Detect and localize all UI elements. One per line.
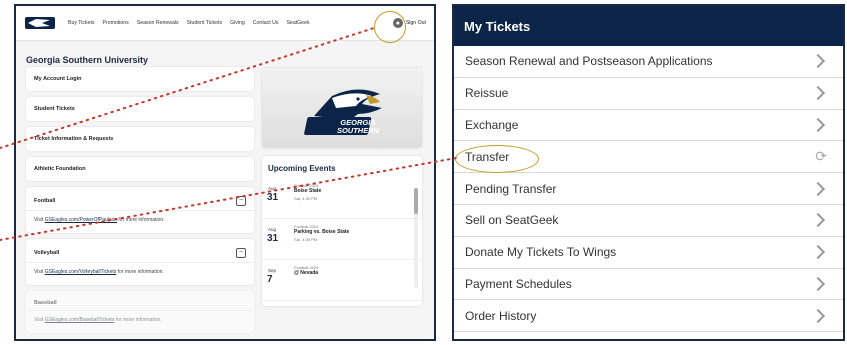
event-category: Football 2024 xyxy=(294,183,319,188)
menu-item-donate-tickets[interactable]: Donate My Tickets To Wings xyxy=(454,237,843,269)
baseball-link[interactable]: GSEagles.com/BaseballTickets xyxy=(45,317,115,323)
menu-item-label: Pending Transfer xyxy=(465,181,557,196)
ticket-information-card[interactable]: Ticket Information & Requests xyxy=(26,127,254,151)
event-time: Sat, 4:30 PM xyxy=(294,237,318,242)
chevron-right-icon xyxy=(810,276,826,292)
card-title: Baseball xyxy=(34,300,57,306)
menu-item-label: Transfer xyxy=(465,149,510,164)
collapse-icon[interactable]: − xyxy=(236,248,246,258)
menu-item-exchange[interactable]: Exchange xyxy=(454,110,843,142)
visit-text: Visit xyxy=(34,269,44,275)
logo-line-2: SOUTHERN xyxy=(337,126,380,135)
menu-item-label: Donate My Tickets To Wings xyxy=(465,245,617,260)
menu-item-season-renewal[interactable]: Season Renewal and Postseason Applicatio… xyxy=(454,46,843,78)
card-title: My Account Login xyxy=(34,76,82,82)
nav-buy-tickets[interactable]: Buy Tickets xyxy=(68,20,95,26)
upcoming-events-panel: Upcoming Events Aug 31 Football 2024 Boi… xyxy=(262,156,422,306)
football-link[interactable]: GSEagles.com/PowerOfPaulson xyxy=(45,217,117,223)
event-day: 7 xyxy=(267,274,273,285)
event-item[interactable]: Sep 7 Football 2024 @ Nevada xyxy=(262,260,422,301)
eagle-logo-icon[interactable] xyxy=(24,14,56,32)
menu-item-label: Exchange xyxy=(465,117,519,132)
nav-promotions[interactable]: Promotions xyxy=(103,20,129,26)
card-title: Ticket Information & Requests xyxy=(34,136,114,142)
card-title: Volleyball xyxy=(34,250,60,256)
menu-item-reissue[interactable]: Reissue xyxy=(454,78,843,110)
menu-item-label: Reissue xyxy=(465,86,509,101)
menu-item-order-history[interactable]: Order History xyxy=(454,300,843,333)
event-item[interactable]: Aug 31 Football 2024 Boise State Sat, 4:… xyxy=(262,178,422,219)
menu-item-label: Order History xyxy=(465,308,537,323)
event-month: Sep xyxy=(268,268,277,273)
chevron-right-icon xyxy=(810,54,826,69)
menu-item-sell-on-seatgeek[interactable]: Sell on SeatGeek xyxy=(454,205,843,237)
event-month: Aug xyxy=(268,227,277,232)
sign-out-button[interactable]: ● Sign Out xyxy=(392,18,426,28)
card-header: Baseball xyxy=(26,291,254,310)
card-title: Student Tickets xyxy=(34,106,75,112)
card-body: Visit GSEagles.com/BaseballTickets for m… xyxy=(26,310,254,333)
scrollbar-thumb[interactable] xyxy=(414,188,418,214)
volleyball-card: Volleyball − Visit GSEagles.com/Volleyba… xyxy=(26,239,254,285)
my-tickets-header: My Tickets xyxy=(454,6,843,46)
chevron-right-icon xyxy=(810,181,826,196)
event-category: Football 2024 xyxy=(294,224,319,229)
refresh-icon: ⟳ xyxy=(815,148,827,165)
visit-text: Visit xyxy=(34,317,44,323)
top-nav: Buy Tickets Promotions Season Renewals S… xyxy=(16,6,434,41)
menu-item-payment-schedules[interactable]: Payment Schedules xyxy=(454,269,843,301)
card-header: Volleyball − xyxy=(26,239,254,262)
menu-item-label: Season Renewal and Postseason Applicatio… xyxy=(465,54,713,69)
football-card: Football − Visit GSEagles.com/PowerOfPau… xyxy=(26,187,254,233)
sign-out-label: Sign Out xyxy=(405,20,426,26)
card-header: Football − xyxy=(26,187,254,210)
card-title: Football xyxy=(34,198,56,204)
nav-giving[interactable]: Giving xyxy=(230,20,245,26)
event-day: 31 xyxy=(267,233,279,244)
chevron-right-icon xyxy=(810,117,826,133)
athletic-foundation-card[interactable]: Athletic Foundation xyxy=(26,157,254,181)
my-account-login-card[interactable]: My Account Login xyxy=(26,67,254,91)
nav-season-renewals[interactable]: Season Renewals xyxy=(137,20,179,26)
events-title: Upcoming Events xyxy=(268,164,336,173)
event-day: 31 xyxy=(267,192,279,203)
event-item[interactable]: Aug 31 Football 2024 Parking vs. Boise S… xyxy=(262,219,422,260)
left-column: My Account Login Student Tickets Ticket … xyxy=(26,67,254,339)
events-scrollbar[interactable] xyxy=(414,188,418,288)
chevron-right-icon xyxy=(810,308,826,323)
chevron-right-icon xyxy=(810,213,826,228)
nav-student-tickets[interactable]: Student Tickets xyxy=(187,20,222,26)
more-info-text: for more information. xyxy=(115,317,162,323)
menu-item-label: Sell on SeatGeek xyxy=(465,213,559,228)
chevron-right-icon xyxy=(810,86,826,101)
menu-item-label: Payment Schedules xyxy=(465,276,572,291)
chevron-right-icon xyxy=(810,245,826,260)
more-info-text: for more information. xyxy=(117,269,164,275)
visit-text: Visit xyxy=(34,217,44,223)
volleyball-link[interactable]: GSEagles.com/VolleyballTickets xyxy=(45,269,117,275)
event-time: Sat, 4:30 PM xyxy=(294,196,318,201)
baseball-card: Baseball Visit GSEagles.com/BaseballTick… xyxy=(26,291,254,333)
menu-item-pending-transfer[interactable]: Pending Transfer xyxy=(454,173,843,205)
card-body: Visit GSEagles.com/VolleyballTickets for… xyxy=(26,262,254,285)
card-body: Visit GSEagles.com/PowerOfPaulson for mo… xyxy=(26,210,254,233)
my-tickets-panel: My Tickets Season Renewal and Postseason… xyxy=(452,4,845,341)
event-category: Football 2024 xyxy=(294,265,319,270)
account-circle-icon: ● xyxy=(392,18,403,28)
eagle-head-icon: GEORGIA SOUTHERN xyxy=(304,89,382,135)
student-tickets-card[interactable]: Student Tickets xyxy=(26,97,254,121)
collapse-icon[interactable]: − xyxy=(236,196,246,206)
nav-contact-us[interactable]: Contact Us xyxy=(253,20,279,26)
menu-item-transfer[interactable]: Transfer ⟳ xyxy=(454,141,843,174)
event-month: Aug xyxy=(268,186,277,191)
event-time xyxy=(294,276,422,278)
nav-seatgeek[interactable]: SeatGeek xyxy=(286,20,309,26)
hero-image: GEORGIA SOUTHERN xyxy=(262,68,422,148)
card-title: Athletic Foundation xyxy=(34,166,86,172)
more-info-text: for more information. xyxy=(118,217,165,223)
page-title: Georgia Southern University xyxy=(26,55,149,65)
account-portal-panel: Buy Tickets Promotions Season Renewals S… xyxy=(14,4,436,341)
